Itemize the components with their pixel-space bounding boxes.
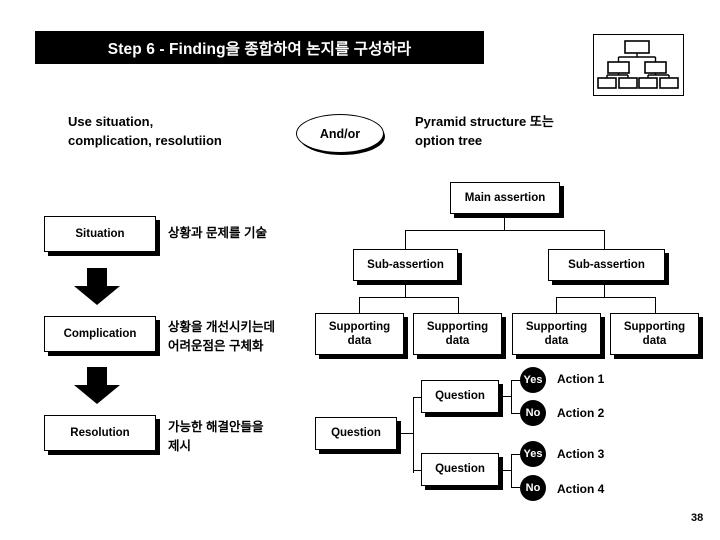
answer-label: No <box>525 407 541 419</box>
pyramid-connector <box>556 297 655 298</box>
scr-note-complication: 상황을 개선시키는데 어려운점은 구체화 <box>168 320 275 353</box>
option-tree-question-2: Question <box>421 453 499 486</box>
option-tree-answer-yes-1: Yes <box>520 367 546 393</box>
scr-step-label: Situation <box>75 227 125 240</box>
option-tree-connector <box>511 487 520 488</box>
org-chart-icon <box>593 34 684 96</box>
scr-step-complication: Complication <box>44 316 156 352</box>
pyramid-node-label: Main assertion <box>464 191 546 204</box>
option-tree-root-question: Question <box>315 417 397 450</box>
pyramid-node-label: Supporting data <box>426 320 489 347</box>
slide-canvas: Step 6 - Finding을 종합하여 논지를 구성하라 Use situ… <box>0 0 720 540</box>
option-tree-node-label: Question <box>435 390 485 403</box>
scr-step-situation: Situation <box>44 216 156 252</box>
pyramid-main-assertion: Main assertion <box>450 182 560 214</box>
pyramid-connector <box>405 230 604 231</box>
pyramid-connector <box>604 281 605 297</box>
pyramid-connector <box>458 297 459 313</box>
option-tree-connector <box>511 380 512 413</box>
option-tree-question-1: Question <box>421 380 499 413</box>
option-tree-action-4: Action 4 <box>557 482 605 496</box>
pyramid-supporting-data-1: Supporting data <box>315 313 404 355</box>
down-arrow-icon <box>74 367 120 404</box>
slide-title-bar: Step 6 - Finding을 종합하여 논지를 구성하라 <box>35 31 484 64</box>
option-tree-connector <box>413 397 414 473</box>
option-tree-answer-yes-2: Yes <box>520 441 546 467</box>
option-tree-connector <box>413 470 421 471</box>
pyramid-connector <box>359 297 458 298</box>
pyramid-node-label: Sub-assertion <box>568 258 645 271</box>
option-tree-connector <box>511 380 520 381</box>
scr-note-situation: 상황과 문제를 기술 <box>168 226 267 240</box>
option-tree-connector <box>499 396 511 397</box>
pyramid-connector <box>655 297 656 313</box>
pyramid-node-label: Sub-assertion <box>367 258 444 271</box>
option-tree-answer-no-1: No <box>520 400 546 426</box>
pyramid-node-label: Supporting data <box>623 320 686 347</box>
pyramid-sub-assertion-1: Sub-assertion <box>353 249 458 281</box>
pyramid-connector <box>604 230 605 249</box>
answer-label: Yes <box>523 374 543 386</box>
option-tree-node-label: Question <box>331 427 381 440</box>
answer-label: Yes <box>523 448 543 460</box>
down-arrow-icon <box>74 268 120 305</box>
pyramid-connector <box>405 281 406 297</box>
pyramid-sub-assertion-2: Sub-assertion <box>548 249 665 281</box>
option-tree-connector <box>413 397 421 398</box>
pyramid-node-label: Supporting data <box>328 320 391 347</box>
pyramid-connector <box>556 297 557 313</box>
org-chart-icon-glyph <box>597 40 679 89</box>
pyramid-supporting-data-2: Supporting data <box>413 313 502 355</box>
option-tree-connector <box>511 413 520 414</box>
option-tree-connector <box>511 454 512 487</box>
scr-note-resolution: 가능한 해결안들을 제시 <box>168 420 264 453</box>
page-title: Step 6 - Finding을 종합하여 논지를 구성하라 <box>107 40 412 58</box>
scr-step-label: Complication <box>63 327 137 340</box>
option-tree-connector <box>397 433 413 434</box>
pyramid-node-label: Supporting data <box>525 320 588 347</box>
scr-step-label: Resolution <box>70 426 130 439</box>
pyramid-supporting-data-4: Supporting data <box>610 313 699 355</box>
pyramid-connector <box>504 214 505 230</box>
pyramid-connector <box>405 230 406 249</box>
option-tree-node-label: Question <box>435 463 485 476</box>
scr-step-resolution: Resolution <box>44 415 156 451</box>
intro-left-text: Use situation, complication, resolutiion <box>68 114 222 148</box>
page-number: 38 <box>691 512 704 524</box>
down-block-arrow-2 <box>73 367 121 405</box>
answer-label: No <box>525 482 541 494</box>
pyramid-connector <box>359 297 360 313</box>
andor-label: And/or <box>319 126 361 141</box>
pyramid-supporting-data-3: Supporting data <box>512 313 601 355</box>
option-tree-action-3: Action 3 <box>557 447 605 461</box>
option-tree-connector <box>511 454 520 455</box>
option-tree-action-2: Action 2 <box>557 406 605 420</box>
option-tree-answer-no-2: No <box>520 475 546 501</box>
andor-connector: And/or <box>296 114 384 153</box>
option-tree-connector <box>499 470 511 471</box>
down-block-arrow-1 <box>73 268 121 306</box>
intro-right-text: Pyramid structure 또는 option tree <box>415 114 554 148</box>
option-tree-action-1: Action 1 <box>557 372 605 386</box>
